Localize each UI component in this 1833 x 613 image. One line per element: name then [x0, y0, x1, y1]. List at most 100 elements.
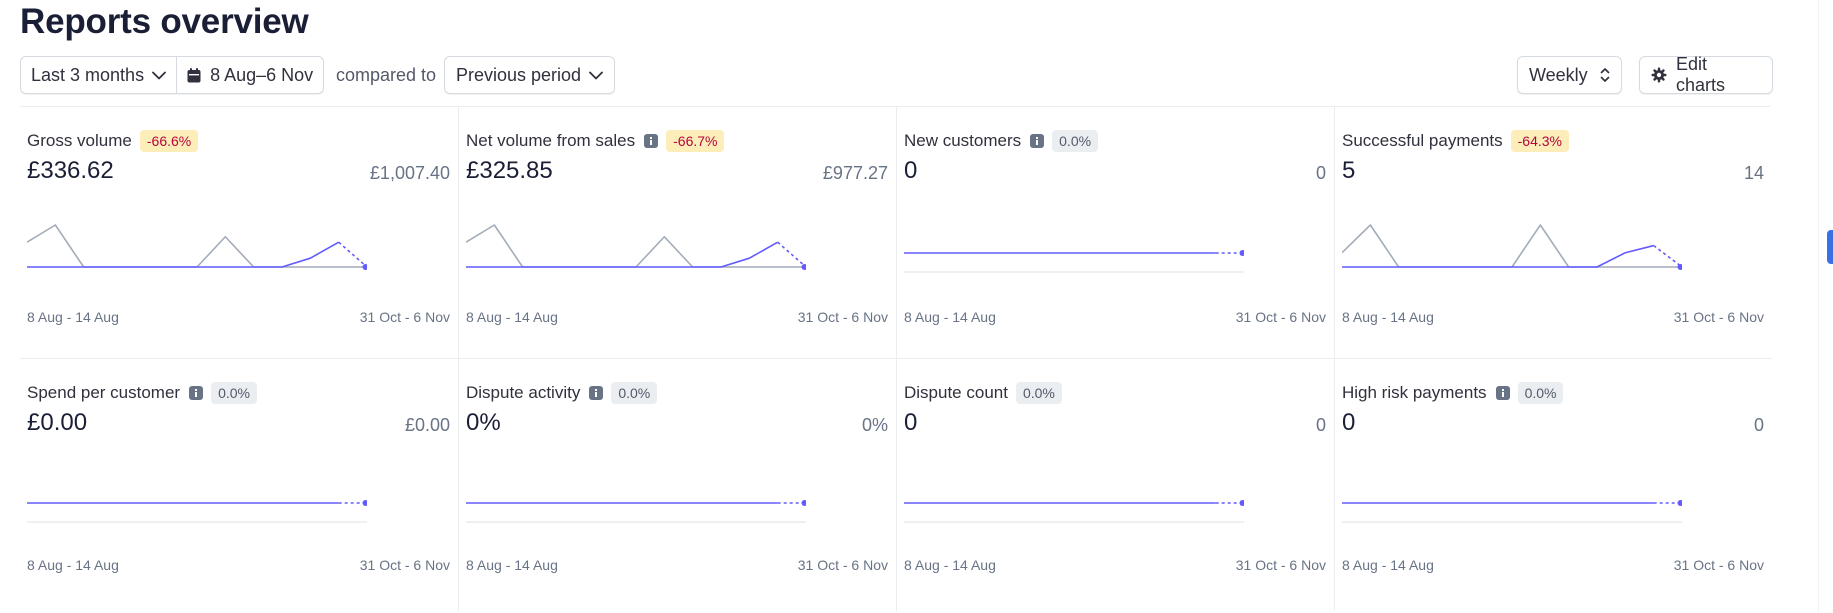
edit-charts-button[interactable]: Edit charts [1639, 54, 1773, 95]
axis-start-label: 8 Aug - 14 Aug [904, 309, 996, 325]
range-preset-dropdown[interactable]: Last 3 months [21, 57, 176, 93]
axis-start-label: 8 Aug - 14 Aug [27, 309, 119, 325]
card-values: 00 [1342, 409, 1764, 443]
current-period-endpoint [362, 264, 367, 270]
comparison-dropdown[interactable]: Previous period [444, 56, 616, 94]
current-period-endpoint [801, 264, 806, 270]
current-period-partial-line [777, 241, 806, 268]
report-toolbar: Last 3 months 8 Aug–6 Nov compared to Pr… [20, 54, 1773, 95]
card-values: £325.85 £977.27 [466, 157, 888, 191]
axis-start-label: 8 Aug - 14 Aug [27, 557, 119, 573]
card-header: Dispute count 0.0% [904, 381, 1326, 405]
page-title: Reports overview [20, 2, 309, 41]
axis-end-label: 31 Oct - 6 Nov [1673, 309, 1764, 325]
previous-value: 0 [1753, 415, 1764, 435]
card-title: Successful payments [1342, 131, 1503, 150]
change-badge: -66.7% [666, 130, 725, 152]
card-header: Successful payments -64.3% [1342, 129, 1764, 153]
current-period-partial-line [338, 241, 367, 268]
current-value: £0.00 [27, 409, 88, 436]
sparkline-chart [27, 224, 367, 270]
chart-card-successful-payments[interactable]: Successful payments -64.3% 5 14 8 Aug - 14 A… [1334, 107, 1772, 359]
date-range-selector: Last 3 months 8 Aug–6 Nov [20, 56, 325, 94]
comparison-label: Previous period [456, 64, 582, 85]
current-value: £336.62 [27, 157, 114, 184]
report-charts-grid: Gross volume -66.6% £336.62 £1,007.40 8 Aug … [20, 106, 1772, 613]
current-period-endpoint [801, 500, 806, 506]
card-header: High risk payments 0.0% [1342, 381, 1764, 405]
card-values: 00 [904, 409, 1326, 443]
previous-period-line [466, 224, 806, 268]
current-period-endpoint [1239, 250, 1244, 256]
interval-select[interactable]: Weekly [1517, 56, 1622, 94]
current-period-line [27, 241, 340, 268]
previous-value: £977.27 [822, 163, 888, 183]
card-title: Dispute count [904, 383, 1008, 402]
axis-end-label: 31 Oct - 6 Nov [1235, 557, 1326, 573]
card-header: Spend per customer 0.0% [27, 381, 450, 405]
axis-start-label: 8 Aug - 14 Aug [1342, 557, 1434, 573]
chevron-down-icon [589, 71, 603, 80]
info-icon[interactable] [189, 386, 204, 400]
chart-card-spend-per-customer[interactable]: Spend per customer 0.0% £0.00 £0.00 8 Aug - … [20, 359, 458, 611]
card-values: 00 [904, 157, 1326, 191]
change-badge: -66.6% [139, 130, 199, 152]
axis-start-label: 8 Aug - 14 Aug [466, 557, 558, 573]
previous-period-line [27, 224, 367, 268]
sparkline-chart [904, 250, 1244, 273]
change-badge: 0.0% [611, 382, 658, 404]
card-title: Spend per customer [27, 383, 181, 402]
chart-card-net-volume-from-sales[interactable]: Net volume from sales -66.7% £325.85 £977.2… [458, 107, 896, 359]
chart-card-new-customers[interactable]: New customers 0.0% 0 0 8 Aug - 14 Aug 31 Oct … [896, 107, 1334, 359]
change-badge: 0.0% [211, 382, 258, 404]
current-period-endpoint [362, 500, 367, 506]
axis-end-label: 31 Oct - 6 Nov [1673, 557, 1764, 573]
current-period-line [1342, 244, 1654, 268]
chevron-up-down-icon [1600, 67, 1610, 83]
previous-value: 14 [1743, 163, 1764, 183]
range-preset-label: Last 3 months [31, 64, 145, 85]
card-header: Net volume from sales -66.7% [466, 129, 888, 153]
previous-value: 0 [1315, 163, 1326, 183]
info-icon[interactable] [1030, 134, 1045, 148]
axis-start-label: 8 Aug - 14 Aug [904, 557, 996, 573]
card-title: High risk payments [1342, 383, 1487, 402]
card-header: New customers 0.0% [904, 129, 1326, 153]
chart-card-high-risk-payments[interactable]: High risk payments 0.0% 0 0 8 Aug - 14 Aug 31… [1334, 359, 1772, 611]
side-panel-tab[interactable] [1827, 230, 1833, 264]
chart-card-dispute-activity[interactable]: Dispute activity 0.0% 0% 0% 8 Aug - 14 Aug 31… [458, 359, 896, 611]
current-value: 0 [904, 157, 918, 184]
calendar-icon [187, 67, 201, 83]
card-values: £336.62 £1,007.40 [27, 157, 450, 191]
axis-start-label: 8 Aug - 14 Aug [1342, 309, 1434, 325]
edit-charts-label: Edit charts [1676, 54, 1726, 95]
compared-to-label: compared to [336, 65, 437, 85]
info-icon[interactable] [1495, 386, 1510, 400]
info-icon[interactable] [644, 134, 659, 148]
current-period-endpoint [1677, 500, 1682, 506]
sparkline-chart [466, 500, 806, 523]
chart-card-gross-volume[interactable]: Gross volume -66.6% £336.62 £1,007.40 8 Aug … [20, 107, 458, 359]
info-icon[interactable] [589, 386, 604, 400]
date-range-label: 8 Aug–6 Nov [210, 64, 314, 85]
current-value: 0 [904, 409, 918, 436]
current-value: 0% [466, 409, 501, 436]
change-badge: 0.0% [1517, 382, 1564, 404]
chevron-down-icon [152, 71, 166, 80]
current-value: £325.85 [466, 157, 553, 184]
sparkline-chart [904, 500, 1244, 523]
axis-end-label: 31 Oct - 6 Nov [359, 557, 450, 573]
gear-icon [1651, 67, 1667, 83]
card-values: 0% 0% [466, 409, 888, 443]
current-period-endpoint [1239, 500, 1244, 506]
date-range-picker[interactable]: 8 Aug–6 Nov [176, 57, 323, 93]
change-badge: 0.0% [1015, 382, 1062, 404]
card-header: Gross volume -66.6% [27, 129, 450, 153]
change-badge: -64.3% [1510, 130, 1569, 152]
sparkline-chart [27, 500, 367, 523]
axis-end-label: 31 Oct - 6 Nov [359, 309, 450, 325]
chart-card-dispute-count[interactable]: Dispute count 0.0% 0 0 8 Aug - 14 Aug 31 Oct … [896, 359, 1334, 611]
card-title: New customers [904, 131, 1022, 150]
sparkline-chart [466, 224, 806, 270]
previous-value: £0.00 [404, 415, 450, 435]
